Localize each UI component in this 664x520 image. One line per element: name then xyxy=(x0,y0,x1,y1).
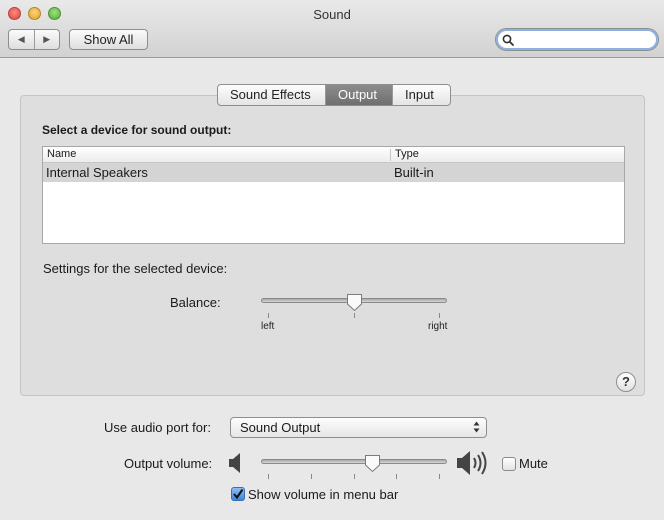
tab-sound-effects[interactable]: Sound Effects xyxy=(218,85,326,105)
audio-port-label: Use audio port for: xyxy=(104,420,211,435)
device-settings-label: Settings for the selected device: xyxy=(43,261,228,276)
audio-port-select[interactable]: Sound Output xyxy=(230,417,487,438)
balance-label: Balance: xyxy=(170,295,221,310)
column-header-name[interactable]: Name xyxy=(47,148,76,160)
help-button[interactable]: ? xyxy=(616,372,636,392)
window-titlebar: Sound ◀ ▶ Show All xyxy=(0,0,664,58)
balance-tick-right xyxy=(439,313,440,318)
search-icon xyxy=(502,34,514,46)
column-separator xyxy=(390,149,391,161)
speaker-low-icon xyxy=(229,453,240,473)
balance-tick-left xyxy=(268,313,269,318)
back-button[interactable]: ◀ xyxy=(9,30,34,49)
volume-tick xyxy=(311,474,312,479)
column-header-type[interactable]: Type xyxy=(395,148,419,160)
device-type-cell: Built-in xyxy=(394,165,434,180)
table-row[interactable]: Internal Speakers Built-in xyxy=(43,163,624,182)
select-arrows-icon xyxy=(473,421,480,433)
volume-tick xyxy=(354,474,355,479)
balance-tick-center xyxy=(354,313,355,318)
mute-label[interactable]: Mute xyxy=(519,456,548,471)
search-input[interactable] xyxy=(516,32,652,47)
balance-slider-thumb[interactable] xyxy=(346,293,363,312)
volume-tick xyxy=(396,474,397,479)
balance-left-label: left xyxy=(261,321,275,332)
mute-checkbox[interactable] xyxy=(502,457,516,471)
speaker-high-icon xyxy=(457,451,487,475)
output-device-table[interactable]: Name Type Internal Speakers Built-in xyxy=(42,146,625,244)
tab-input[interactable]: Input xyxy=(393,85,450,105)
search-field[interactable] xyxy=(495,28,659,51)
device-name-cell: Internal Speakers xyxy=(46,165,148,180)
forward-button[interactable]: ▶ xyxy=(35,30,60,49)
device-section-label: Select a device for sound output: xyxy=(42,123,232,137)
tab-output[interactable]: Output xyxy=(326,85,393,105)
output-volume-label: Output volume: xyxy=(124,456,213,471)
back-forward-buttons: ◀ ▶ xyxy=(8,29,60,50)
output-volume-slider-thumb[interactable] xyxy=(364,454,381,473)
checkmark-icon xyxy=(233,488,244,500)
volume-tick xyxy=(268,474,269,479)
balance-right-label: right xyxy=(428,321,448,332)
output-volume-slider[interactable] xyxy=(261,459,447,464)
window-title: Sound xyxy=(313,7,351,22)
tab-content-panel xyxy=(20,95,645,396)
show-volume-checkbox[interactable] xyxy=(231,487,245,501)
volume-tick xyxy=(439,474,440,479)
tab-bar: Sound Effects Output Input xyxy=(217,84,451,106)
audio-port-value: Sound Output xyxy=(240,420,321,435)
table-header: Name Type xyxy=(43,147,624,163)
show-all-button[interactable]: Show All xyxy=(69,29,148,50)
show-volume-label[interactable]: Show volume in menu bar xyxy=(248,487,398,502)
